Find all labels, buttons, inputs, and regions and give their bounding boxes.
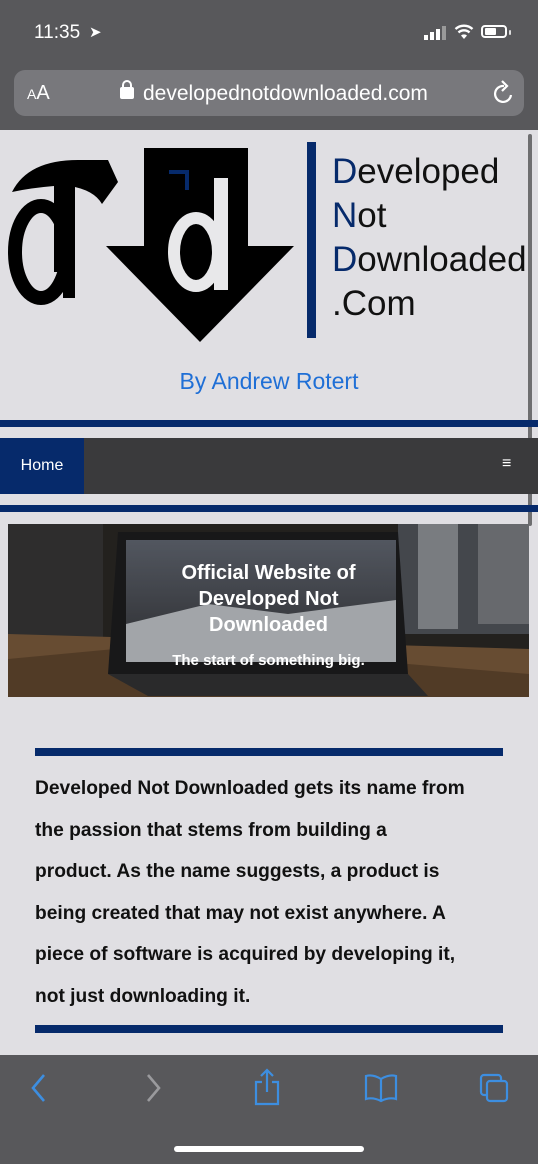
site-navbar: Home ≡ (0, 438, 538, 494)
logo-wordmark[interactable]: Developed Not Downloaded .Com (332, 150, 527, 326)
hero-banner: Official Website of Developed Not Downlo… (8, 524, 529, 697)
logo-initial: D (332, 240, 358, 279)
url-text[interactable]: developednotdownloaded.com (143, 82, 428, 106)
cellular-signal-icon (424, 26, 446, 40)
logo-divider (307, 142, 316, 338)
reload-icon[interactable] (492, 80, 516, 106)
logo-rest: ot (357, 196, 387, 235)
intro-line: piece of software is acquired by develop… (35, 944, 456, 966)
logo-line-not: Not (332, 194, 527, 238)
intro-rule-bottom (35, 1025, 503, 1033)
hero-title-line: Official Website of (181, 562, 356, 584)
battery-icon (481, 25, 507, 38)
home-indicator[interactable] (174, 1146, 364, 1152)
logo-line-downloaded: Downloaded (332, 238, 527, 282)
logo-initial: N (332, 196, 358, 235)
hero-tagline: The start of something big. (172, 652, 365, 669)
battery-tip (509, 30, 511, 35)
nav-home-link[interactable]: Home (0, 438, 84, 494)
location-arrow-icon: ➤ (89, 24, 102, 41)
text-size-button[interactable]: AA (27, 82, 50, 105)
hero-title: Official Website of Developed Not Downlo… (8, 560, 529, 638)
web-page: Developed Not Downloaded .Com By Andrew … (0, 130, 538, 1055)
intro-line: Developed Not Downloaded gets its name f… (35, 778, 465, 799)
logo-initial: D (332, 152, 358, 191)
intro-paragraph: Developed Not Downloaded gets its name f… (35, 768, 510, 1018)
hamburger-menu-icon[interactable]: ≡ (502, 455, 511, 473)
hero-title-line: Developed Not (198, 588, 339, 610)
intro-line: the passion that stems from building a (35, 819, 387, 841)
logo-rest: ownloaded (357, 240, 527, 279)
share-icon[interactable] (254, 1068, 280, 1106)
address-bar[interactable]: AA developednotdownloaded.com (14, 70, 524, 116)
status-bar: 11:35 ➤ (0, 0, 538, 64)
forward-icon[interactable] (142, 1071, 164, 1105)
logo-rest: eveloped (357, 152, 500, 191)
hero-title-line: Downloaded (209, 614, 328, 636)
intro-line: not just downloading it. (35, 985, 251, 1007)
intro-line: being created that may not exist anywher… (35, 902, 446, 924)
intro-rule-top (35, 748, 503, 756)
author-byline[interactable]: By Andrew Rotert (0, 368, 538, 395)
logo-line-com: .Com (332, 284, 416, 323)
logo-icon[interactable] (6, 142, 298, 347)
logo-line-developed: Developed (332, 150, 527, 194)
bookmarks-icon[interactable] (364, 1073, 398, 1103)
header-rule-bottom (0, 505, 538, 512)
lock-icon (120, 80, 134, 99)
wifi-icon (454, 24, 474, 39)
status-time: 11:35 (34, 22, 81, 43)
intro-line: product. As the name suggests, a product… (35, 861, 440, 883)
back-icon[interactable] (28, 1071, 50, 1105)
header-rule-top (0, 420, 538, 427)
browser-address-area: AA developednotdownloaded.com (0, 64, 538, 130)
tabs-icon[interactable] (478, 1072, 510, 1104)
